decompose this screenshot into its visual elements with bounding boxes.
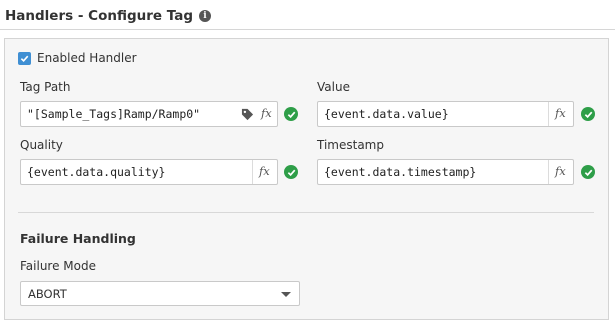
- page-title: Handlers - Configure Tag: [5, 8, 193, 24]
- tag-path-value: "[Sample_Tags]Ramp/Ramp0": [27, 107, 201, 121]
- field-separator: [252, 160, 253, 184]
- value-field[interactable]: {event.data.value} fx: [317, 101, 574, 127]
- quality-label: Quality: [20, 138, 63, 152]
- check-circle-icon: [284, 107, 298, 121]
- enabled-handler-label: Enabled Handler: [37, 51, 137, 65]
- tag-icon[interactable]: [241, 108, 254, 121]
- quality-field[interactable]: {event.data.quality} fx: [20, 159, 278, 185]
- check-circle-icon: [284, 165, 298, 179]
- failure-mode-select[interactable]: ABORT: [20, 281, 300, 306]
- page-header: Handlers - Configure Tag i: [5, 6, 211, 26]
- timestamp-field[interactable]: {event.data.timestamp} fx: [317, 159, 574, 185]
- fx-icon[interactable]: fx: [261, 106, 272, 120]
- value-value: {event.data.value}: [324, 107, 449, 121]
- value-label: Value: [317, 80, 350, 94]
- header-divider: [0, 29, 615, 30]
- check-circle-icon: [581, 107, 595, 121]
- fx-icon[interactable]: fx: [555, 106, 566, 120]
- failure-mode-value: ABORT: [28, 287, 67, 301]
- fx-icon[interactable]: fx: [259, 164, 270, 178]
- tag-path-field[interactable]: "[Sample_Tags]Ramp/Ramp0" fx: [20, 101, 278, 127]
- enabled-handler-checkbox[interactable]: [18, 51, 31, 65]
- field-separator: [548, 160, 549, 184]
- section-divider: [18, 212, 594, 213]
- timestamp-label: Timestamp: [317, 138, 384, 152]
- chevron-down-icon[interactable]: [281, 292, 291, 297]
- tag-path-label: Tag Path: [20, 80, 71, 94]
- failure-mode-label: Failure Mode: [20, 259, 96, 273]
- checkmark-icon: [20, 55, 29, 62]
- quality-value: {event.data.quality}: [27, 165, 166, 179]
- timestamp-value: {event.data.timestamp}: [324, 165, 477, 179]
- fx-icon[interactable]: fx: [555, 164, 566, 178]
- field-separator: [548, 102, 549, 126]
- info-icon[interactable]: i: [199, 10, 211, 22]
- enabled-handler-row[interactable]: Enabled Handler: [18, 51, 137, 65]
- check-circle-icon: [581, 165, 595, 179]
- failure-handling-heading: Failure Handling: [20, 231, 136, 246]
